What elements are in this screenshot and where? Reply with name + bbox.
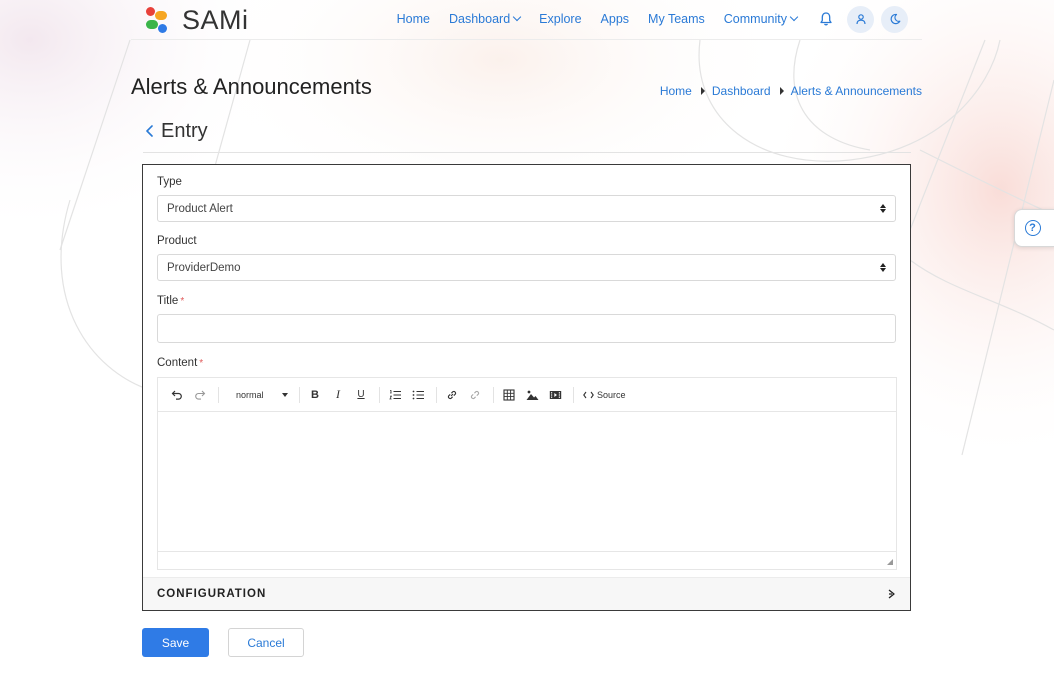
bold-icon: B (311, 388, 319, 401)
link-icon (447, 390, 457, 399)
italic-icon: I (336, 387, 340, 401)
video-icon (549, 390, 561, 399)
nav-dashboard[interactable]: Dashboard (449, 12, 522, 26)
bell-icon[interactable] (819, 11, 833, 27)
theme-toggle-button[interactable] (881, 5, 908, 33)
editor-status-bar (158, 551, 896, 568)
back-chevron-icon[interactable] (143, 119, 157, 143)
configuration-section-toggle[interactable]: CONFIGURATION (143, 577, 910, 610)
toolbar-separator (218, 386, 219, 403)
redo-button[interactable] (190, 385, 210, 405)
main-nav: Home Dashboard Explore Apps My Teams Com… (397, 0, 908, 38)
nav-explore[interactable]: Explore (539, 12, 581, 26)
product-select[interactable]: ProviderDemo (157, 254, 896, 281)
content-label-text: Content (157, 357, 198, 369)
table-icon (503, 388, 515, 401)
cancel-button[interactable]: Cancel (228, 628, 304, 657)
source-label: Source (597, 389, 626, 400)
toolbar-separator (299, 386, 300, 403)
configuration-title: CONFIGURATION (157, 588, 267, 600)
title-input[interactable] (157, 314, 896, 343)
italic-button[interactable]: I (328, 385, 348, 405)
user-icon (855, 14, 866, 25)
link-button[interactable] (442, 385, 462, 405)
source-button[interactable]: Source (579, 390, 626, 400)
breadcrumb: Home Dashboard Alerts & Announcements (660, 84, 922, 98)
help-button[interactable]: ? (1014, 209, 1054, 247)
chevron-down-icon (789, 12, 799, 22)
product-label: Product (157, 235, 197, 247)
breadcrumb-current: Alerts & Announcements (790, 84, 922, 98)
nav-dashboard-label: Dashboard (449, 12, 511, 26)
title-label: Title * (157, 295, 184, 307)
chevron-down-icon (512, 12, 522, 22)
breadcrumb-dashboard[interactable]: Dashboard (712, 84, 771, 98)
nav-apps[interactable]: Apps (601, 12, 630, 26)
entry-form: Type Product Alert Product ProviderDemo … (142, 164, 911, 611)
toolbar-separator (436, 386, 437, 403)
brand-logo[interactable]: SAMi (146, 5, 249, 35)
required-marker: * (180, 296, 185, 307)
moon-icon (890, 13, 900, 25)
select-arrows-icon (880, 263, 886, 272)
image-icon (526, 390, 538, 400)
caret-down-icon (281, 392, 288, 397)
bullet-list-button[interactable] (408, 385, 428, 405)
redo-icon (195, 390, 206, 400)
ordered-list-button[interactable] (385, 385, 405, 405)
product-select-value: ProviderDemo (167, 261, 241, 274)
toolbar-separator (573, 386, 574, 403)
nav-community[interactable]: Community (723, 12, 799, 26)
type-select-value: Product Alert (167, 202, 233, 215)
undo-icon (171, 390, 182, 400)
required-marker: * (199, 358, 204, 369)
entry-header: Entry (143, 119, 208, 143)
unlink-button[interactable] (465, 385, 485, 405)
brand-name: SAMi (182, 5, 249, 35)
toolbar-separator (493, 386, 494, 403)
bullet-list-icon (412, 390, 424, 399)
unlink-icon (470, 390, 480, 399)
content-label: Content * (157, 357, 203, 369)
format-select-value: normal (236, 389, 264, 400)
bold-button[interactable]: B (305, 385, 325, 405)
toolbar-separator (379, 386, 380, 403)
breadcrumb-home[interactable]: Home (660, 84, 692, 98)
chevron-right-icon (888, 589, 895, 599)
code-icon (583, 391, 594, 398)
format-select[interactable]: normal (224, 390, 294, 400)
save-button[interactable]: Save (142, 628, 209, 657)
caret-right-icon (779, 87, 784, 95)
nav-home[interactable]: Home (397, 12, 430, 26)
editor-toolbar: normal B I U Source (158, 378, 896, 412)
user-account-button[interactable] (847, 5, 874, 33)
underline-icon: U (357, 389, 365, 400)
ordered-list-icon (388, 389, 401, 399)
divider (143, 152, 911, 153)
type-label: Type (157, 176, 182, 188)
help-icon: ? (1024, 220, 1041, 236)
title-label-text: Title (157, 295, 179, 307)
caret-right-icon (700, 87, 705, 95)
resize-handle-icon[interactable] (887, 559, 893, 565)
entry-title: Entry (161, 119, 208, 142)
top-navbar: SAMi Home Dashboard Explore Apps My Team… (131, 0, 922, 40)
type-select[interactable]: Product Alert (157, 195, 896, 222)
insert-image-button[interactable] (522, 385, 542, 405)
nav-my-teams[interactable]: My Teams (648, 12, 705, 26)
rich-text-editor: normal B I U Source (157, 377, 897, 570)
editor-content-area[interactable] (158, 412, 896, 551)
logo-mark-icon (146, 7, 168, 33)
select-arrows-icon (880, 204, 886, 213)
insert-video-button[interactable] (545, 385, 565, 405)
underline-button[interactable]: U (351, 385, 371, 405)
page-title: Alerts & Announcements (131, 74, 372, 99)
insert-table-button[interactable] (499, 385, 519, 405)
undo-button[interactable] (167, 385, 187, 405)
nav-community-label: Community (723, 12, 787, 26)
